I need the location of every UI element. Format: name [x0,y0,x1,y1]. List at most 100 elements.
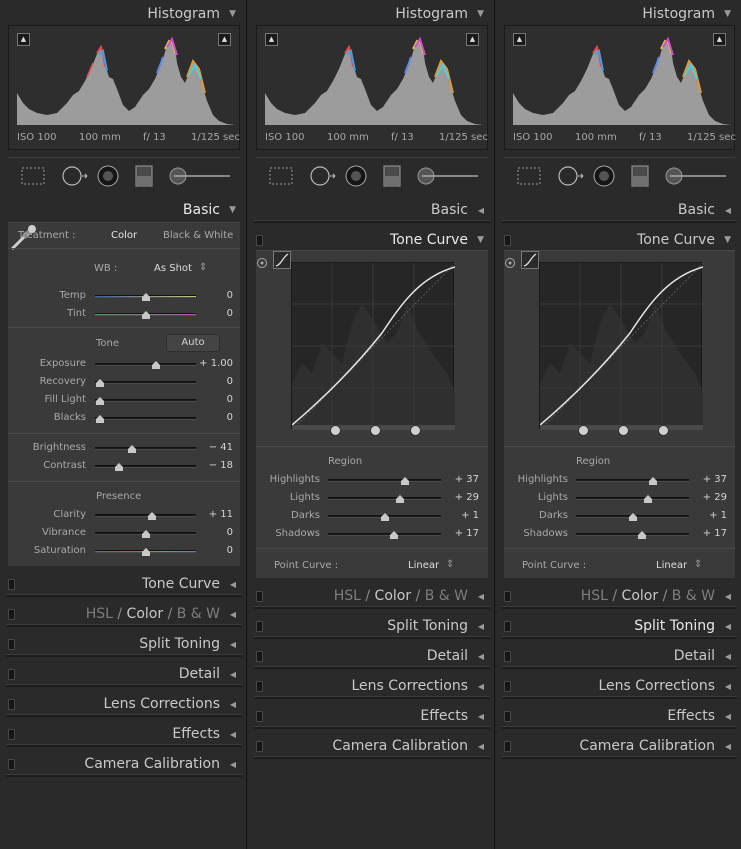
bw-tab[interactable]: B & W [672,588,715,604]
detail-header[interactable]: Detail ◀ [6,660,242,690]
point-curve-stepper-icon[interactable]: ⇕ [694,559,702,570]
shadow-clipping-icon[interactable]: ▲ [17,33,30,46]
highlights-slider-thumb[interactable] [400,477,410,486]
detail-header[interactable]: Detail ◀ [502,642,737,672]
color-tab[interactable]: Color [127,606,164,622]
basic-header[interactable]: Basic ◀ [254,196,490,226]
clarity-slider-thumb[interactable] [147,512,157,521]
highlight-clipping-icon[interactable]: ▲ [466,33,479,46]
blacks-slider-thumb[interactable] [96,415,105,424]
exposure-slider-thumb[interactable] [151,361,161,370]
tone-curve-graph[interactable] [291,262,455,430]
exposure-slider[interactable] [95,361,196,369]
panel-switch-icon[interactable] [256,621,263,632]
darks-value[interactable]: + 1 [687,510,727,521]
clarity-value[interactable]: + 11 [193,509,233,520]
lens-corrections-header[interactable]: Lens Corrections ◀ [6,690,242,720]
contrast-slider[interactable] [95,463,196,471]
recovery-slider-thumb[interactable] [96,379,105,388]
panel-switch-icon[interactable] [8,609,15,620]
adjustment-brush-icon[interactable] [664,166,730,186]
shadows-slider[interactable] [576,531,689,539]
highlights-slider[interactable] [328,477,441,485]
panel-switch-icon[interactable] [8,579,15,590]
contrast-value[interactable]: − 18 [193,460,233,471]
point-curve-stepper-icon[interactable]: ⇕ [446,559,454,570]
temp-slider[interactable] [95,293,196,301]
split-toning-header[interactable]: Split Toning ◀ [502,612,737,642]
adjustment-brush-icon[interactable] [416,166,482,186]
saturation-slider[interactable] [95,548,196,556]
panel-switch-icon[interactable] [256,651,263,662]
vibrance-value[interactable]: 0 [193,527,233,538]
brightness-value[interactable]: − 41 [193,442,233,453]
recovery-value[interactable]: 0 [193,376,233,387]
blacks-slider[interactable] [95,415,196,423]
exposure-value[interactable]: + 1.00 [193,358,233,369]
midtones-split-point[interactable] [618,425,629,436]
panel-switch-icon[interactable] [256,741,263,752]
tint-slider[interactable] [95,311,196,319]
treatment-color-button[interactable]: Color [111,230,137,241]
target-adjustment-icon[interactable] [256,257,268,269]
shadows-split-point[interactable] [578,425,589,436]
red-eye-icon[interactable] [344,164,368,188]
shadow-clipping-icon[interactable]: ▲ [513,33,526,46]
wb-stepper-icon[interactable]: ⇕ [199,262,207,273]
darks-slider[interactable] [328,513,441,521]
panel-switch-icon[interactable] [256,711,263,722]
crop-tool-icon[interactable] [268,166,294,186]
tone-curve-graph[interactable] [539,262,703,430]
fill-light-slider[interactable] [95,397,196,405]
effects-header[interactable]: Effects ◀ [6,720,242,750]
adjustment-brush-icon[interactable] [168,166,234,186]
highlights-split-point[interactable] [410,425,421,436]
bw-tab[interactable]: B & W [425,588,468,604]
highlights-value[interactable]: + 37 [687,474,727,485]
panel-switch-icon[interactable] [504,681,511,692]
panel-switch-icon[interactable] [256,235,263,246]
brightness-slider[interactable] [95,445,196,453]
hsl-header[interactable]: HSL / Color / B & W ◀ [502,582,737,612]
highlights-split-point[interactable] [658,425,669,436]
auto-tone-button[interactable]: Auto [166,334,220,352]
camera-calibration-header[interactable]: Camera Calibration ◀ [502,732,737,762]
shadows-value[interactable]: + 17 [439,528,479,539]
effects-header[interactable]: Effects ◀ [254,702,490,732]
tint-value[interactable]: 0 [193,308,233,319]
lights-slider[interactable] [576,495,689,503]
highlight-clipping-icon[interactable]: ▲ [218,33,231,46]
lights-slider-thumb[interactable] [644,495,653,504]
color-tab[interactable]: Color [375,588,412,604]
panel-switch-icon[interactable] [256,681,263,692]
temp-slider-thumb[interactable] [141,293,151,302]
shadows-slider-thumb[interactable] [389,531,399,540]
darks-slider[interactable] [576,513,689,521]
graduated-filter-icon[interactable] [630,164,650,188]
panel-switch-icon[interactable] [504,235,511,246]
hsl-header[interactable]: HSL / Color / B & W ◀ [6,600,242,630]
effects-header[interactable]: Effects ◀ [502,702,737,732]
basic-header[interactable]: Basic ◀ [502,196,737,226]
darks-value[interactable]: + 1 [439,510,479,521]
panel-switch-icon[interactable] [504,621,511,632]
spot-removal-icon[interactable] [308,164,338,188]
point-curve-select[interactable]: Linear [408,560,439,571]
red-eye-icon[interactable] [592,164,616,188]
recovery-slider[interactable] [95,379,196,387]
highlights-slider-thumb[interactable] [648,477,658,486]
red-eye-icon[interactable] [96,164,120,188]
darks-slider-thumb[interactable] [380,513,390,522]
vibrance-slider-thumb[interactable] [141,530,151,539]
edit-point-curve-icon[interactable] [273,251,292,269]
highlights-value[interactable]: + 37 [439,474,479,485]
lights-slider-thumb[interactable] [396,495,405,504]
hsl-tab[interactable]: HSL [581,588,608,604]
temp-value[interactable]: 0 [193,290,233,301]
highlights-slider[interactable] [576,477,689,485]
saturation-slider-thumb[interactable] [141,548,151,557]
panel-switch-icon[interactable] [504,711,511,722]
shadow-clipping-icon[interactable]: ▲ [265,33,278,46]
graduated-filter-icon[interactable] [134,164,154,188]
treatment-bw-button[interactable]: Black & White [163,230,233,241]
